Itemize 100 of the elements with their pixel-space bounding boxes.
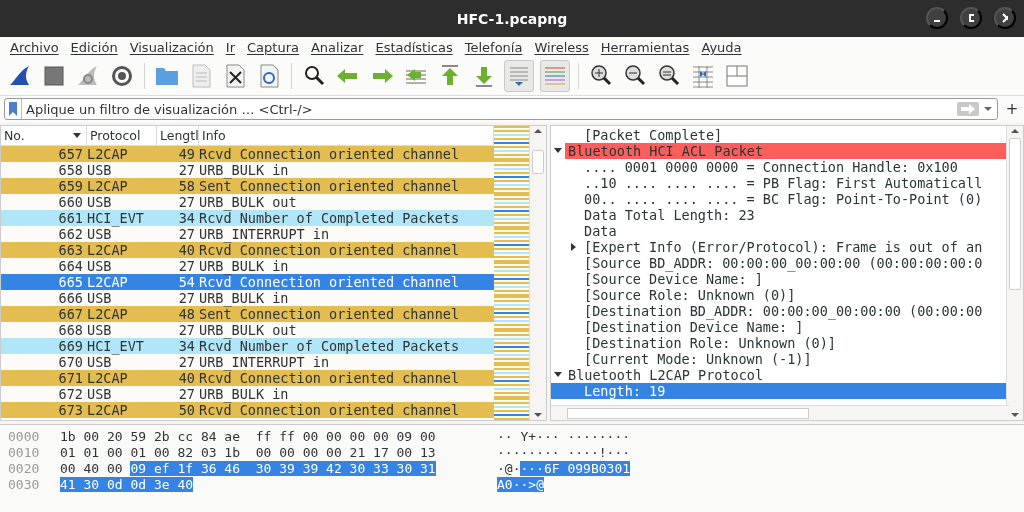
protocol-cell: USB <box>87 194 112 210</box>
colored-lines-button[interactable] <box>540 60 570 92</box>
packet-row[interactable]: 668 USB 27 URB_BULK out <box>1 322 494 338</box>
protocol-cell: USB <box>87 162 112 178</box>
ascii-bytes[interactable]: ·@· <box>497 461 521 476</box>
menu-item[interactable]: Analizar <box>304 39 370 55</box>
detail-item[interactable]: [Current Mode: Unknown (-1)] <box>581 351 1006 367</box>
packet-row[interactable]: 657 L2CAP 49 Rcvd Connection oriented channel <box>1 146 494 162</box>
menu-item[interactable]: Herramientas <box>594 39 696 55</box>
pane-layout-icon <box>724 63 750 89</box>
packet-number: 666 <box>58 290 83 306</box>
ascii-bytes[interactable]: A0··>@ <box>497 477 544 492</box>
menu-item[interactable]: Edición <box>64 39 124 55</box>
minimize-button[interactable] <box>926 7 948 29</box>
packet-number: 667 <box>58 306 83 322</box>
protocol-cell: L2CAP <box>87 306 128 322</box>
detail-item[interactable]: .... 0001 0000 0000 = Connection Handle: 0x100 <box>581 159 1006 175</box>
packet-row[interactable]: 670 USB 27 URB_INTERRUPT in <box>1 354 494 370</box>
close-icon <box>1002 13 1008 23</box>
info-cell: Rcvd Number of Completed Packets <box>199 210 460 226</box>
add-filter-button[interactable]: + <box>1004 100 1020 118</box>
expanded-arrow-icon[interactable] <box>554 372 562 378</box>
packet-row[interactable]: 671 L2CAP 40 Rcvd Connection oriented channel <box>1 370 494 386</box>
length-cell: 54 <box>178 274 195 290</box>
scrollbar-thumb[interactable] <box>567 408 809 419</box>
packet-minimap[interactable] <box>494 126 529 420</box>
detail-item[interactable]: ..10 .... .... .... = PB Flag: First Automaticall <box>581 175 1006 191</box>
scroll-up-icon[interactable] <box>1010 126 1020 136</box>
scroll-down-icon[interactable] <box>533 410 543 420</box>
close-button[interactable] <box>994 7 1016 29</box>
packet-row[interactable]: 667 L2CAP 48 Sent Connection oriented channel <box>1 306 494 322</box>
column-header[interactable]: Lengtl <box>157 126 199 145</box>
packet-row[interactable]: 658 USB 27 URB_BULK in <box>1 162 494 178</box>
detail-item[interactable]: [Source BD_ADDR: 00:00:00_00:00:00 (00:00:00:00:0 <box>581 255 1006 271</box>
menu-item[interactable]: Estadísticas <box>369 39 459 55</box>
horizontal-scrollbar[interactable] <box>551 405 1009 420</box>
detail-item[interactable]: [Destination BD_ADDR: 00:00:00_00:00:00 (00:00:00 <box>581 303 1006 319</box>
menu-item[interactable]: Visualización <box>123 39 220 55</box>
byte-offset: 0010 <box>7 445 41 461</box>
detail-item[interactable]: [Destination Device Name: ] <box>581 319 1006 335</box>
menu-item[interactable]: Archivo <box>4 39 65 55</box>
detail-item[interactable]: [Source Device Name: ] <box>581 271 1006 287</box>
packet-row[interactable]: 665 L2CAP 54 Rcvd Connection oriented channel <box>1 274 494 290</box>
collapsed-arrow-icon[interactable] <box>571 243 577 251</box>
detail-item[interactable]: [Destination Role: Unknown (0)] <box>581 335 1006 351</box>
detail-item[interactable]: Bluetooth HCI ACL Packet <box>565 143 1006 159</box>
packet-row[interactable]: 673 L2CAP 50 Rcvd Connection oriented channel <box>1 402 494 418</box>
packet-number: 664 <box>58 258 83 274</box>
ascii-bytes[interactable]: ········ ····!··· <box>497 445 631 460</box>
packet-number: 671 <box>58 370 83 386</box>
scroll-up-icon[interactable] <box>533 126 543 136</box>
scrollbar[interactable] <box>1006 126 1023 420</box>
packet-row[interactable]: 659 L2CAP 58 Sent Connection oriented channel <box>1 178 494 194</box>
scroll-down-icon[interactable] <box>1010 410 1020 420</box>
hex-bytes[interactable]: 41 30 0d 0d 3e 40 <box>60 477 194 492</box>
detail-item[interactable]: [Source Role: Unknown (0)] <box>581 287 1006 303</box>
packet-row[interactable]: 669 HCI_EVT 34 Rcvd Number of Completed Packets <box>1 338 494 354</box>
packet-row[interactable]: 666 USB 27 URB_BULK in <box>1 290 494 306</box>
dropdown-caret-icon[interactable] <box>983 104 993 114</box>
menu-item[interactable]: Wireless <box>528 39 595 55</box>
packet-row[interactable]: 660 USB 27 URB_BULK out <box>1 194 494 210</box>
packet-row[interactable]: 672 USB 27 URB_BULK in <box>1 386 494 402</box>
protocol-cell: L2CAP <box>87 178 128 194</box>
protocol-cell: L2CAP <box>87 274 128 290</box>
maximize-button[interactable] <box>960 7 982 29</box>
menu-item[interactable]: Captura <box>241 39 305 55</box>
packet-row[interactable]: 662 USB 27 URB_INTERRUPT in <box>1 226 494 242</box>
bookmark-icon[interactable] <box>9 102 17 116</box>
protocol-cell: USB <box>87 354 112 370</box>
protocol-cell: L2CAP <box>87 370 128 386</box>
packet-number: 663 <box>58 242 83 258</box>
menu-item[interactable]: Telefonía <box>458 39 529 55</box>
hex-bytes[interactable]: 09 ef 1f 36 46 30 39 39 42 30 33 30 31 <box>130 461 436 476</box>
hex-bytes[interactable]: 00 40 00 <box>60 461 131 476</box>
stop-icon <box>41 63 67 89</box>
detail-item[interactable]: Data Total Length: 23 <box>581 207 1006 223</box>
detail-item[interactable]: Bluetooth L2CAP Protocol <box>565 367 1006 383</box>
detail-item[interactable]: [Expert Info (Error/Protocol): Frame is out of an <box>581 239 1006 255</box>
ascii-bytes[interactable]: ·· Y+··· ········ <box>497 429 631 444</box>
protocol-cell: USB <box>87 322 112 338</box>
column-header[interactable]: No. <box>1 126 87 145</box>
packet-number: 673 <box>58 402 83 418</box>
expanded-arrow-icon[interactable] <box>554 148 562 154</box>
detail-item[interactable]: [Packet Complete] <box>581 127 1006 143</box>
column-header[interactable]: Protocol <box>87 126 157 145</box>
info-cell: Rcvd Number of Completed Packets <box>199 338 460 354</box>
packet-row[interactable]: 664 USB 27 URB_BULK in <box>1 258 494 274</box>
packet-row[interactable]: 661 HCI_EVT 34 Rcvd Number of Completed Packets <box>1 210 494 226</box>
packet-row[interactable]: 663 L2CAP 40 Rcvd Connection oriented channel <box>1 242 494 258</box>
scrollbar-thumb[interactable] <box>1009 138 1021 290</box>
ascii-bytes[interactable]: ···6F 099B0301 <box>520 461 631 476</box>
menu-item[interactable]: Ir <box>219 39 241 55</box>
hex-bytes[interactable]: 1b 00 20 59 2b cc 84 ae ff ff 00 00 00 00 09 00 <box>60 429 436 444</box>
scrollbar-thumb[interactable] <box>532 150 544 174</box>
menu-item[interactable]: Ayuda <box>695 39 748 55</box>
detail-item[interactable]: 00.. .... .... .... = BC Flag: Point-To-Point (0) <box>581 191 1006 207</box>
scrollbar[interactable] <box>529 126 546 420</box>
hex-bytes[interactable]: 01 01 00 01 00 82 03 1b 00 00 00 00 21 17 00 13 <box>60 445 436 460</box>
detail-item[interactable]: Data <box>581 223 1006 239</box>
packet-number: 658 <box>58 162 83 178</box>
